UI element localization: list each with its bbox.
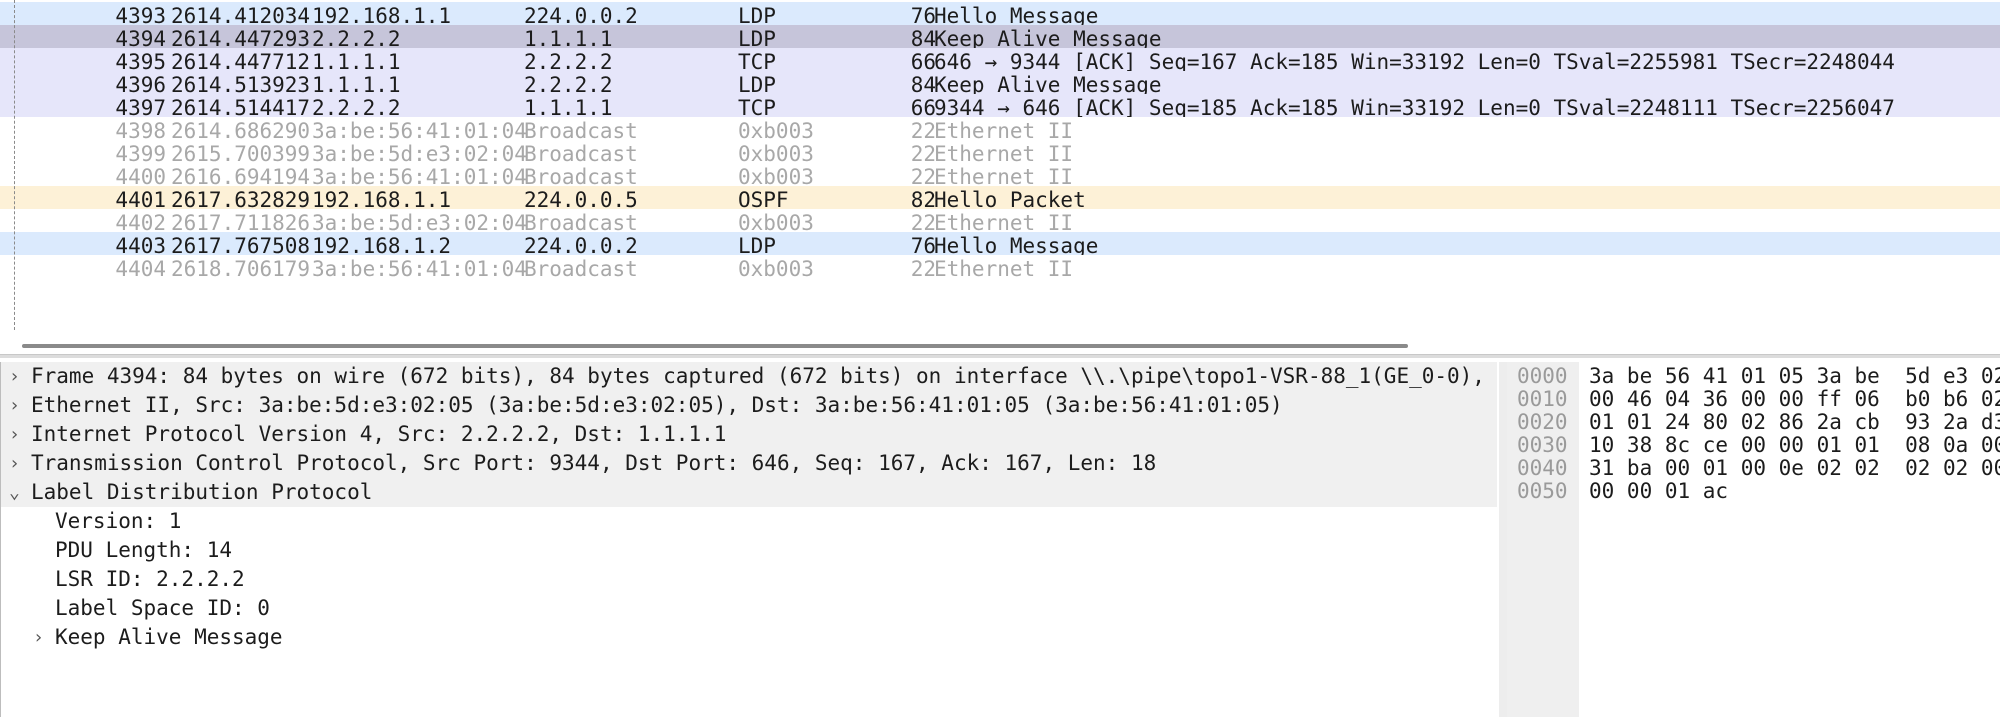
expand-arrow-icon[interactable]: › bbox=[33, 623, 47, 652]
detail-text: Ethernet II, Src: 3a:be:5d:e3:02:05 (3a:… bbox=[31, 393, 1283, 417]
detail-tree-item[interactable]: › Keep Alive Message bbox=[1, 623, 1497, 652]
packet-source: 3a:be:56:41:01:04 bbox=[312, 257, 527, 281]
detail-tree-item[interactable]: › Ethernet II, Src: 3a:be:5d:e3:02:05 (3a… bbox=[1, 391, 1497, 420]
packet-protocol: 0xb003 bbox=[738, 257, 814, 281]
detail-text: Version: 1 bbox=[55, 509, 182, 533]
detail-text: Label Distribution Protocol bbox=[31, 480, 373, 504]
bytes-offset: 0050 bbox=[1517, 479, 1568, 503]
bytes-hex: 00 00 01 ac bbox=[1589, 479, 1729, 503]
detail-text: LSR ID: 2.2.2.2 bbox=[55, 567, 245, 591]
packet-row[interactable]: 4404 2618.706179 3a:be:56:41:01:04 Broadcas… bbox=[0, 255, 2000, 284]
tree-guide-line bbox=[14, 0, 15, 330]
expand-arrow-icon[interactable]: › bbox=[9, 449, 23, 478]
detail-text: PDU Length: 14 bbox=[55, 538, 233, 562]
detail-text: Frame 4394: 84 bytes on wire (672 bits),… bbox=[31, 364, 1549, 388]
packet-destination: Broadcast bbox=[524, 257, 638, 281]
detail-tree-item[interactable]: LSR ID: 2.2.2.2 bbox=[1, 565, 1497, 594]
expand-arrow-icon[interactable]: › bbox=[9, 391, 23, 420]
expand-arrow-icon[interactable]: › bbox=[9, 362, 23, 391]
detail-tree-item[interactable]: PDU Length: 14 bbox=[1, 536, 1497, 565]
packet-length: 22 bbox=[910, 257, 936, 281]
packet-time: 2618.706179 bbox=[171, 257, 311, 281]
pane-splitter-vertical[interactable] bbox=[1499, 362, 1507, 717]
detail-tree-item[interactable]: › Frame 4394: 84 bytes on wire (672 bits)… bbox=[1, 362, 1548, 391]
packet-list[interactable]: 4393 2614.412034 192.168.1.1 224.0.0.2 LDP 76… bbox=[0, 0, 2000, 338]
detail-text: Internet Protocol Version 4, Src: 2.2.2.… bbox=[31, 422, 727, 446]
detail-text: Transmission Control Protocol, Src Port:… bbox=[31, 451, 1157, 475]
packet-bytes-pane[interactable]: 0000 3a be 56 41 01 05 3a be 5d e3 02 0010… bbox=[1507, 362, 2000, 717]
detail-text: Label Space ID: 0 bbox=[55, 596, 270, 620]
expand-arrow-icon[interactable]: › bbox=[9, 420, 23, 449]
detail-tree-item[interactable]: › Internet Protocol Version 4, Src: 2.2.2… bbox=[1, 420, 1497, 449]
packet-number: 4404 bbox=[115, 257, 166, 281]
pane-splitter-horizontal[interactable] bbox=[0, 354, 2000, 358]
detail-tree-item[interactable]: Version: 1 bbox=[1, 507, 1497, 536]
detail-tree-item[interactable]: Label Space ID: 0 bbox=[1, 594, 1497, 623]
packet-info: Ethernet II bbox=[934, 257, 1074, 281]
expand-arrow-icon[interactable]: ⌄ bbox=[9, 478, 23, 507]
packet-list-horizontal-scrollbar[interactable] bbox=[22, 344, 1408, 348]
packet-details-pane[interactable]: › Frame 4394: 84 bytes on wire (672 bits)… bbox=[0, 362, 1548, 717]
detail-tree-item[interactable]: ⌄ Label Distribution Protocol bbox=[1, 478, 1497, 507]
detail-tree-item[interactable]: › Transmission Control Protocol, Src Port… bbox=[1, 449, 1497, 478]
detail-text: Keep Alive Message bbox=[55, 625, 283, 649]
